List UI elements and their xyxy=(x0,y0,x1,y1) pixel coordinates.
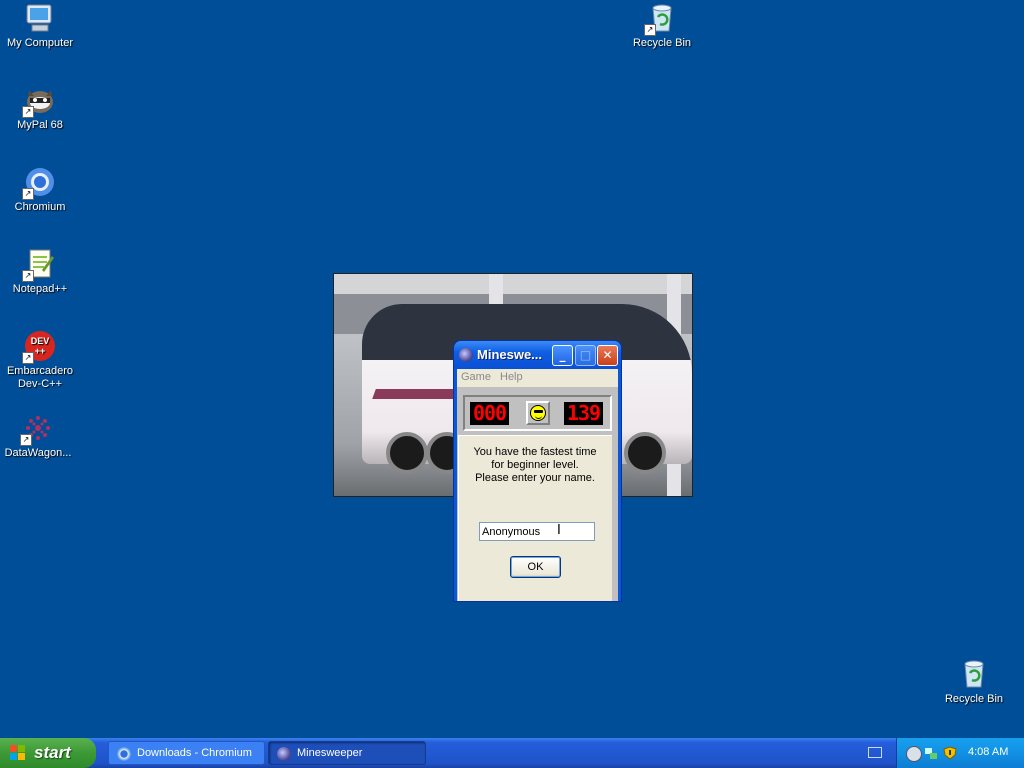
desktop-icon-label: DataWagon... xyxy=(4,447,72,459)
window-client: Game Help 000 139 You have the fastest t… xyxy=(457,369,618,601)
desktop-icon-devcpp[interactable]: DEV ++ ↗ Embarcadero Dev-C++ xyxy=(0,330,80,391)
desktop-icon-recycle-bin-bottom[interactable]: Recycle Bin xyxy=(934,658,1014,706)
taskbar-item-minesweeper[interactable]: Minesweeper xyxy=(268,741,426,765)
windows-logo-icon xyxy=(10,745,26,761)
status-panel: 000 139 xyxy=(463,395,612,431)
shortcut-arrow-icon: ↗ xyxy=(644,24,656,36)
high-score-dialog: You have the fastest time for beginner l… xyxy=(458,435,612,601)
recycle-bin-icon: ↗ xyxy=(644,2,678,36)
keyboard-icon[interactable] xyxy=(868,747,882,758)
desktop-icon-label: Chromium xyxy=(14,201,66,213)
minesweeper-icon xyxy=(277,747,291,761)
dialog-message-line: for beginner level. xyxy=(491,459,579,471)
ok-button[interactable]: OK xyxy=(510,556,561,578)
maximize-button: □ xyxy=(575,345,596,366)
shortcut-arrow-icon: ↗ xyxy=(22,270,34,282)
close-button[interactable]: ✕ xyxy=(597,345,618,366)
minesweeper-window: Mineswe... _ □ ✕ Game Help 000 139 You h… xyxy=(454,341,621,601)
dialog-message: You have the fastest time for beginner l… xyxy=(463,446,607,485)
timer-display: 139 xyxy=(564,402,603,425)
minesweeper-icon xyxy=(459,348,473,362)
menu-game[interactable]: Game xyxy=(461,371,491,383)
chromium-icon: ↗ xyxy=(22,166,56,200)
security-shield-icon[interactable] xyxy=(943,746,957,760)
start-label: start xyxy=(34,743,71,762)
datawagon-icon: ↗ xyxy=(20,412,54,446)
name-input[interactable] xyxy=(479,522,595,541)
minimize-icon: _ xyxy=(559,348,566,362)
text-cursor-icon: I xyxy=(557,523,561,538)
desktop-icon-label: Embarcadero Dev-C++ xyxy=(6,365,74,390)
menu-help[interactable]: Help xyxy=(500,371,523,383)
desktop-icon-my-computer[interactable]: My Computer xyxy=(0,2,80,50)
chromium-icon xyxy=(117,747,131,761)
desktop-icon-label: My Computer xyxy=(6,37,74,49)
smiley-button[interactable] xyxy=(526,401,550,425)
desktop-icon-notepad-plus-plus[interactable]: ↗ Notepad++ xyxy=(0,248,80,296)
cool-face-icon xyxy=(530,405,546,421)
window-title: Mineswe... xyxy=(477,347,543,362)
desktop-icon-mypal[interactable]: ↗ MyPal 68 xyxy=(0,84,80,132)
dialog-message-line: You have the fastest time xyxy=(473,446,597,458)
shortcut-arrow-icon: ↗ xyxy=(22,352,34,364)
desktop-icon-chromium[interactable]: ↗ Chromium xyxy=(0,166,80,214)
desktop-icon-label: Notepad++ xyxy=(12,283,68,295)
taskbar: start Downloads - Chromium Minesweeper 4… xyxy=(0,738,1024,768)
menu-bar: Game Help xyxy=(457,369,618,387)
desktop-icon-recycle-bin-top[interactable]: ↗ Recycle Bin xyxy=(622,2,702,50)
svg-text:DEV: DEV xyxy=(31,336,50,346)
svg-text:++: ++ xyxy=(35,346,46,356)
shortcut-arrow-icon: ↗ xyxy=(22,106,34,118)
taskbar-item-label: Minesweeper xyxy=(297,747,363,759)
shortcut-arrow-icon: ↗ xyxy=(22,188,34,200)
desktop-icon-label: Recycle Bin xyxy=(632,37,692,49)
taskbar-item-label: Downloads - Chromium xyxy=(137,747,252,759)
system-tray: 4:08 AM xyxy=(896,738,1024,768)
taskbar-item-chromium[interactable]: Downloads - Chromium xyxy=(108,741,265,765)
close-icon: ✕ xyxy=(602,348,613,362)
minimize-button[interactable]: _ xyxy=(552,345,573,366)
my-computer-icon xyxy=(24,2,56,34)
shortcut-arrow-icon: ↗ xyxy=(20,434,32,446)
start-button[interactable]: start xyxy=(0,738,96,768)
recycle-bin-icon xyxy=(958,658,990,690)
bus-wheel xyxy=(624,432,666,474)
desktop-icon-label: MyPal 68 xyxy=(17,119,63,131)
dialog-message-line: Please enter your name. xyxy=(475,472,595,484)
maximize-icon: □ xyxy=(579,348,592,362)
mypal-icon: ↗ xyxy=(22,84,56,118)
desktop-icon-label: Recycle Bin xyxy=(944,693,1004,705)
network-icon[interactable] xyxy=(924,746,938,760)
mine-counter: 000 xyxy=(470,402,509,425)
desktop-icon-datawagon[interactable]: ↗ DataWagon... xyxy=(0,412,78,460)
bus-wheel xyxy=(386,432,428,474)
notepad-plus-plus-icon: ↗ xyxy=(22,248,56,282)
devcpp-icon: DEV ++ ↗ xyxy=(22,330,56,364)
title-bar[interactable]: Mineswe... _ □ ✕ xyxy=(454,341,621,369)
clock: 4:08 AM xyxy=(968,746,1009,758)
volume-icon[interactable] xyxy=(906,746,922,762)
